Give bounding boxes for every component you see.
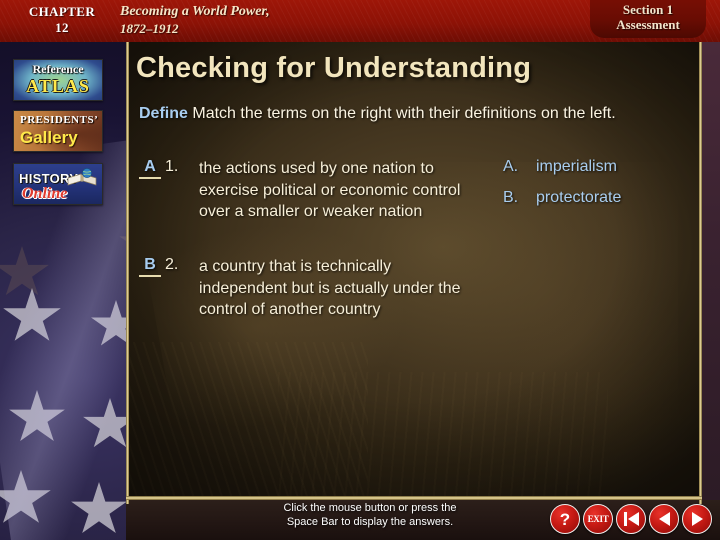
sidebar-item-history-online[interactable]: HISTORY Online	[13, 163, 103, 205]
term-letter: B.	[503, 189, 519, 206]
footer-instruction: Click the mouse button or press the Spac…	[180, 501, 560, 529]
right-edge-strip	[702, 38, 720, 540]
define-instruction-block: Define Match the terms on the right with…	[139, 103, 684, 124]
chapter-number: 12	[55, 20, 69, 35]
term-item: B. protectorate	[503, 189, 683, 220]
next-slide-button[interactable]	[682, 504, 712, 534]
reference-atlas-line1: Reference	[32, 62, 84, 76]
define-keyword: Define	[139, 105, 188, 122]
reference-atlas-line2: ATLAS	[26, 76, 90, 96]
skip-back-icon	[623, 512, 639, 526]
sidebar-item-reference-atlas[interactable]: Reference ATLAS	[13, 59, 103, 101]
gold-rule-bottom	[126, 496, 702, 500]
chapter-label: CHAPTER	[28, 4, 96, 19]
triangle-right-icon	[691, 512, 703, 526]
gold-rule-left	[126, 38, 129, 504]
question-number: 1.	[165, 158, 179, 175]
question-mark-icon: ?	[559, 509, 571, 529]
open-book-globe-icon	[67, 168, 97, 186]
term-label: protectorate	[536, 189, 622, 206]
sidebar-item-presidents-gallery[interactable]: PRESIDENTS’ Gallery	[13, 110, 103, 152]
question-text: a country that is technically independen…	[199, 258, 461, 318]
section-tab-line1: Section 1	[622, 2, 674, 17]
term-letter: A.	[503, 158, 519, 175]
term-item: A. imperialism	[503, 158, 683, 189]
footer-instruction-line1: Click the mouse button or press the	[283, 502, 457, 514]
answer-letter: A	[139, 158, 161, 179]
section-tab-line2: Assessment	[616, 17, 680, 32]
history-online-line2: Online	[22, 185, 68, 202]
chapter-indicator: CHAPTER 12	[12, 4, 112, 36]
question-text: the actions used by one nation to exerci…	[199, 160, 461, 220]
define-instruction-text: Match the terms on the right with their …	[192, 105, 616, 122]
help-button[interactable]: ?	[550, 504, 580, 534]
unit-title-years: 1872–1912	[120, 21, 179, 36]
question-number: 2.	[165, 256, 179, 273]
presidents-gallery-line1: PRESIDENTS’	[20, 114, 99, 126]
gold-rule-right	[699, 38, 702, 504]
triangle-left-icon	[658, 512, 670, 526]
exit-button[interactable]: EXIT	[583, 504, 613, 534]
presidents-gallery-line2: Gallery	[20, 128, 78, 147]
page-title: Checking for Understanding	[136, 52, 532, 84]
slide-header: CHAPTER 12 Becoming a World Power, 1872–…	[0, 0, 720, 42]
unit-title: Becoming a World Power, 1872–1912	[120, 3, 270, 37]
navigation-bar: ? EXIT	[550, 504, 712, 534]
footer-instruction-line2: Space Bar to display the answers.	[286, 516, 454, 528]
answer-letter: B	[139, 256, 161, 277]
term-label: imperialism	[536, 158, 617, 175]
section-assessment-tab[interactable]: Section 1 Assessment	[590, 0, 706, 38]
terms-list: A. imperialism B. protectorate	[503, 158, 683, 220]
unit-title-text: Becoming a World Power,	[120, 4, 270, 19]
exit-label: EXIT	[587, 514, 609, 524]
previous-slide-button[interactable]	[649, 504, 679, 534]
slide-canvas: CHAPTER 12 Becoming a World Power, 1872–…	[0, 0, 720, 540]
first-slide-button[interactable]	[616, 504, 646, 534]
